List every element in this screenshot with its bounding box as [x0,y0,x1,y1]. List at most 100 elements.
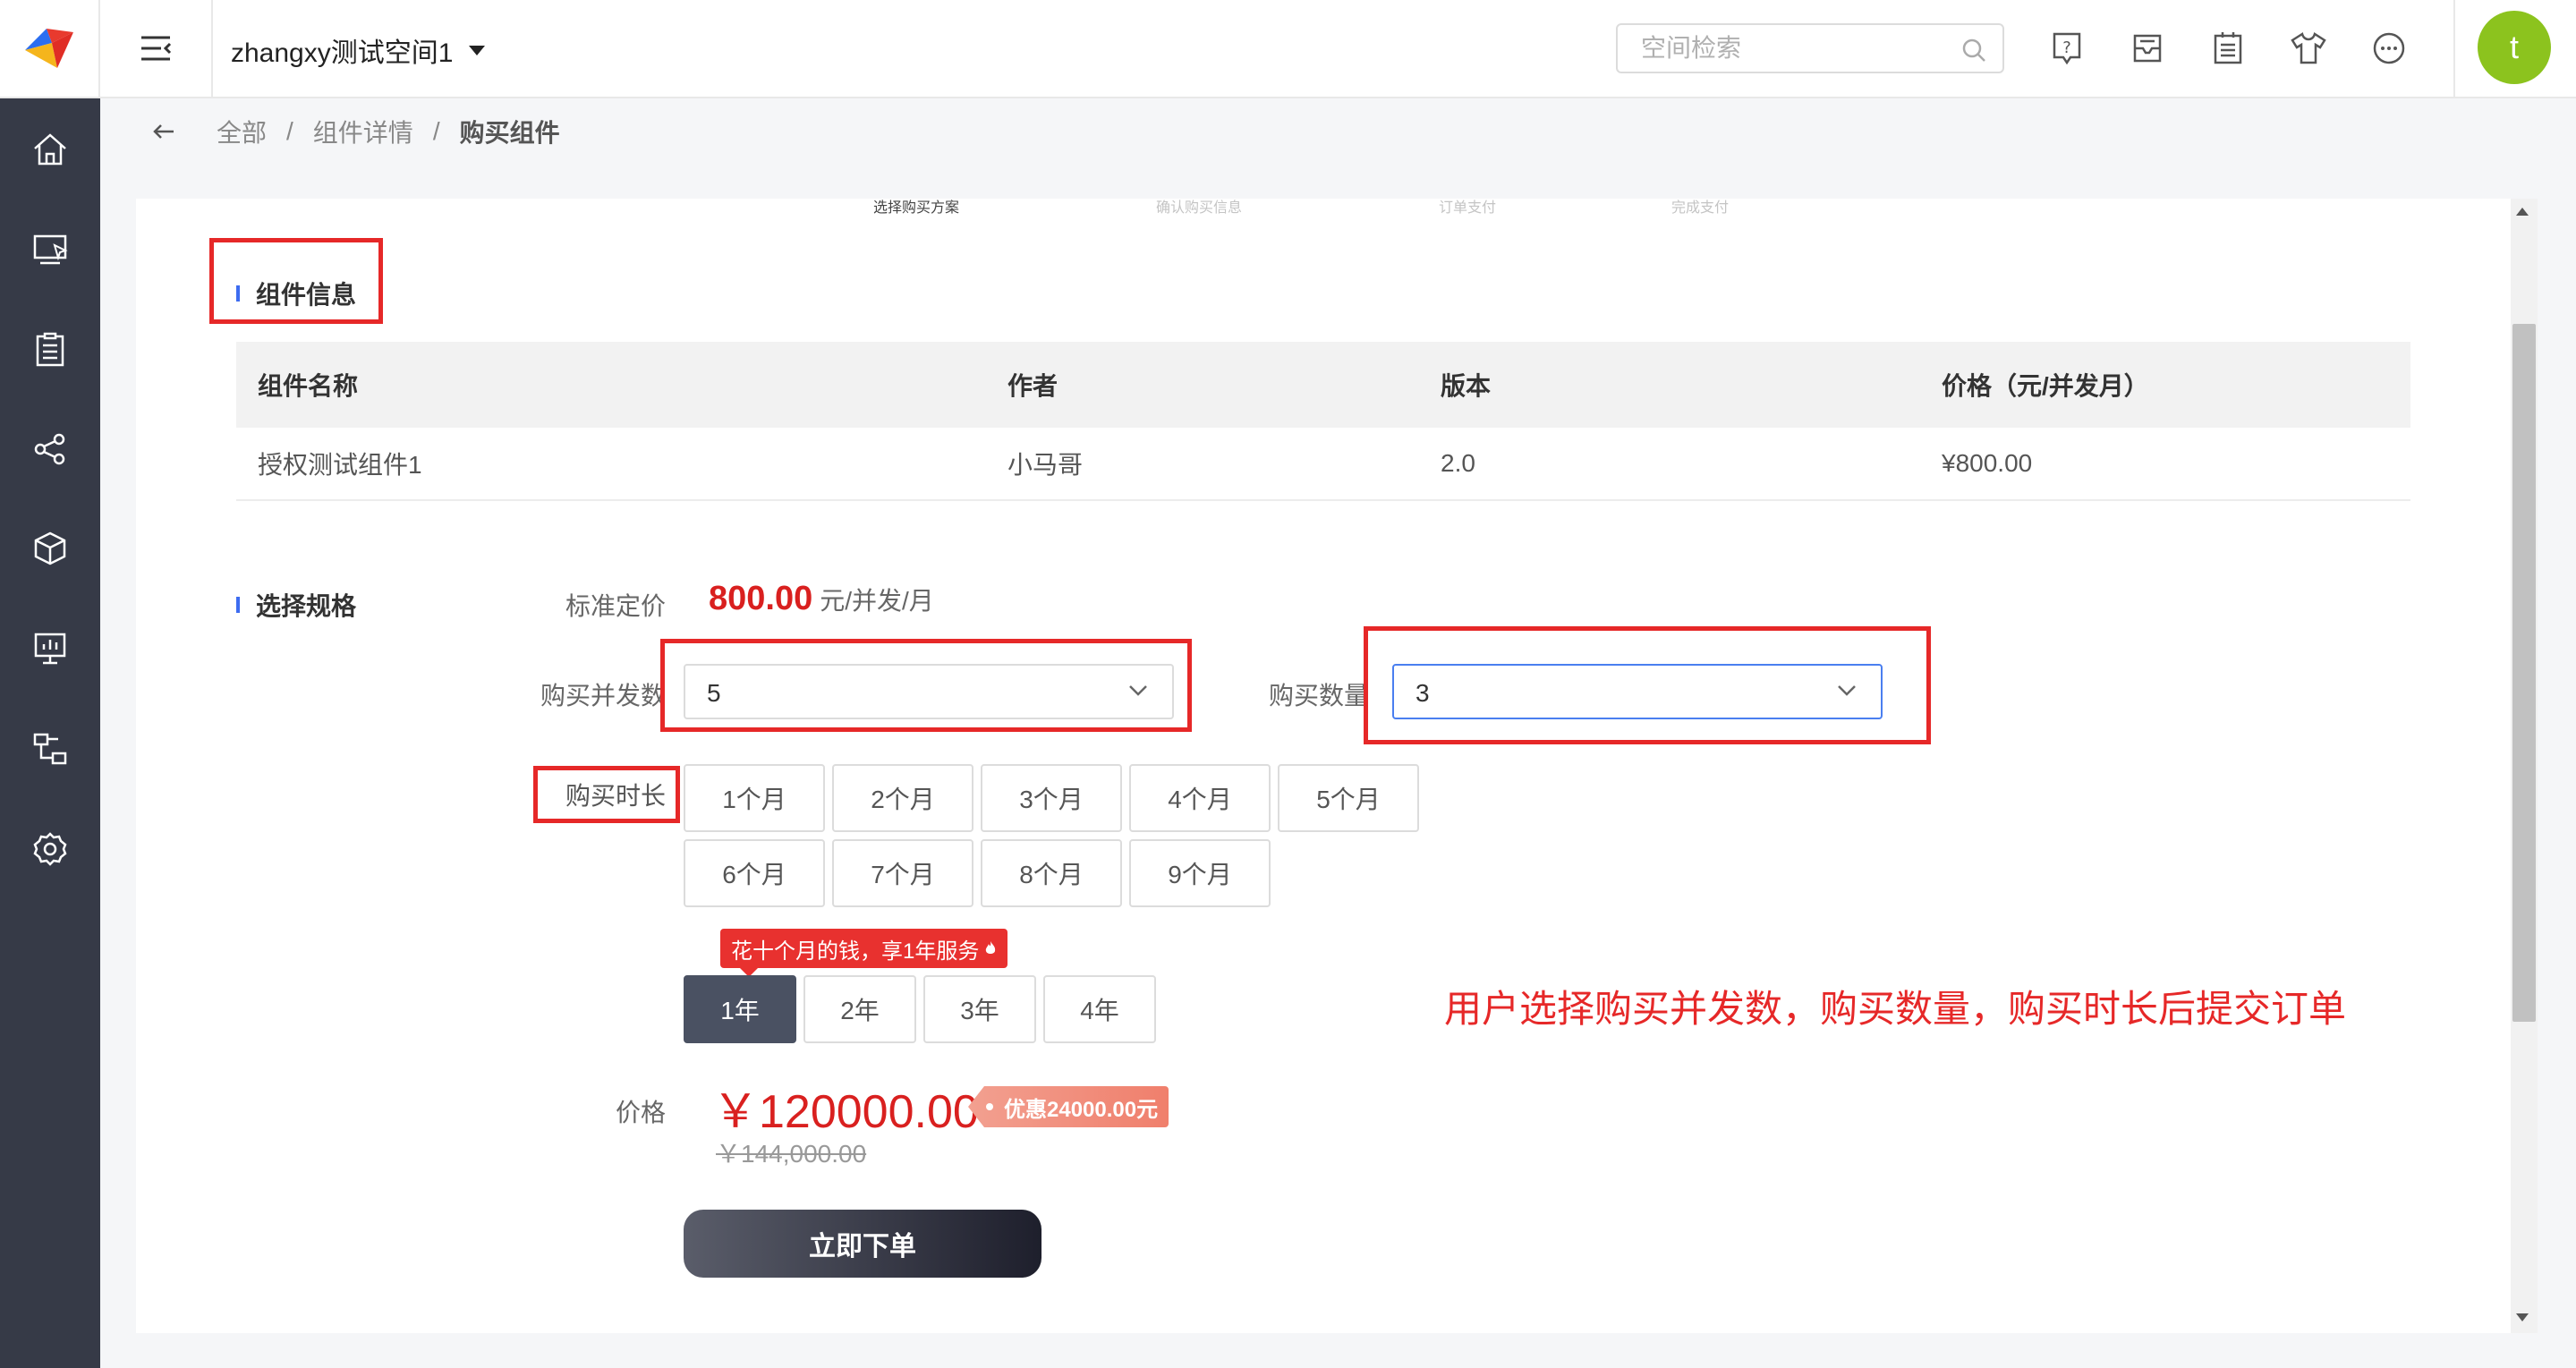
help-icon[interactable]: ? [2047,29,2087,68]
space-selector[interactable]: zhangxy测试空间1 [231,30,486,70]
fire-icon [986,941,996,954]
step-confirm-info: 确认购买信息 [1156,200,1243,216]
quantity-label: 购买数量 [1268,682,1369,709]
section-component-info: 组件信息 [236,276,356,311]
annotation-text: 用户选择购买并发数，购买数量，购买时长后提交订单 [1444,988,2347,1030]
inbox-icon[interactable] [2128,29,2167,68]
logo-icon [25,29,73,68]
month-option[interactable]: 2个月 [832,764,973,832]
home-icon [34,133,66,166]
original-price: ￥144,000.00 [716,1140,867,1168]
space-name: zhangxy测试空间1 [231,38,454,68]
app-logo[interactable] [0,0,100,98]
top-header: zhangxy测试空间1 ? t [0,0,2576,98]
section-title: 组件信息 [256,281,357,309]
quantity-select[interactable]: 3 [1392,664,1883,719]
year-option[interactable]: 1年 [684,975,796,1043]
breadcrumb: 全部 / 组件详情 / 购买组件 [100,100,2576,163]
avatar[interactable]: t [2478,11,2551,84]
user-menu[interactable]: t [2453,0,2576,98]
column-header: 价格（元/并发月） [1942,372,2149,400]
column-header: 版本 [1441,372,1492,400]
table-row: 授权测试组件1 小马哥 2.0 ¥800.00 [236,428,2410,501]
month-option[interactable]: 1个月 [684,764,825,832]
month-option[interactable]: 5个月 [1278,764,1419,832]
scroll-down-icon[interactable] [2516,1313,2529,1321]
monitor-icon [33,234,68,265]
back-arrow-icon[interactable] [152,123,175,140]
concurrency-label: 购买并发数 [540,682,666,709]
chevron-down-icon [1129,685,1147,696]
month-option[interactable]: 4个月 [1129,764,1271,832]
year-option[interactable]: 4年 [1043,975,1156,1043]
scroll-up-icon[interactable] [2516,208,2529,216]
duration-label: 购买时长 [565,782,666,810]
tshirt-icon[interactable] [2289,29,2328,68]
caret-down-icon [469,45,486,55]
space-search[interactable] [1616,23,2004,73]
section-spec: 选择规格 [236,587,356,623]
sidebar-item-home[interactable] [0,104,100,193]
sidebar-item-settings[interactable] [0,803,100,893]
std-price-value: 800.00 [709,580,813,617]
menu-toggle-button[interactable] [100,0,213,98]
month-option[interactable]: 9个月 [1129,839,1271,907]
month-option[interactable]: 3个月 [981,764,1122,832]
chevron-down-icon [1838,685,1856,696]
scrollbar-thumb[interactable] [2512,324,2536,1022]
concurrency-select[interactable]: 5 [684,664,1174,719]
std-price: 800.00 元/并发/月 [709,580,934,618]
package-icon [34,531,66,565]
breadcrumb-separator: / [286,117,293,145]
dashboard-icon [34,633,66,665]
sidebar-item-share[interactable] [0,403,100,492]
year-option[interactable]: 2年 [803,975,916,1043]
clipboard-icon[interactable] [2208,29,2248,68]
sidebar-item-package[interactable] [0,503,100,592]
settings-icon [33,832,67,866]
component-name-cell: 授权测试组件1 [258,451,422,479]
month-option[interactable]: 7个月 [832,839,973,907]
section-marker [236,285,240,302]
share-icon [34,433,65,465]
std-price-unit: 元/并发/月 [820,587,934,615]
order-now-button[interactable]: 立即下单 [684,1210,1041,1278]
price-label: 价格 [615,1099,666,1126]
column-header: 作者 [1007,372,1058,400]
step-order-payment: 订单支付 [1439,200,1497,216]
std-price-label: 标准定价 [565,592,666,620]
promo-text: 花十个月的钱，享1年服务 [731,939,980,964]
breadcrumb-separator: / [432,117,440,145]
year-option[interactable]: 3年 [923,975,1036,1043]
sidebar-item-dashboard[interactable] [0,603,100,692]
svg-text:?: ? [2062,38,2071,57]
table-header: 组件名称 作者 版本 价格（元/并发月） [236,342,2410,428]
step-select-plan: 选择购买方案 [873,200,960,216]
breadcrumb-component-detail[interactable]: 组件详情 [313,114,413,149]
sidebar-item-tasks[interactable] [0,304,100,394]
sidebar [0,98,100,1368]
sidebar-item-flow[interactable] [0,703,100,793]
month-option[interactable]: 8个月 [981,839,1122,907]
search-icon[interactable] [1961,38,1986,63]
section-title: 选择规格 [256,592,357,620]
version-cell: 2.0 [1441,449,1475,477]
flow-icon [33,733,67,765]
sidebar-item-monitor[interactable] [0,204,100,293]
column-header: 组件名称 [258,372,359,400]
component-info-table: 组件名称 作者 版本 价格（元/并发月） 授权测试组件1 小马哥 2.0 ¥80… [236,342,2410,501]
chat-icon[interactable] [2369,29,2409,68]
breadcrumb-current: 购买组件 [459,119,560,147]
breadcrumb-all[interactable]: 全部 [217,114,267,149]
space-search-input[interactable] [1641,32,1945,64]
concurrency-value: 5 [707,679,721,707]
promo-tag: 花十个月的钱，享1年服务 [720,929,1008,977]
month-option[interactable]: 6个月 [684,839,825,907]
discount-tag: 优惠24000.00元 [968,1086,1169,1127]
quantity-value: 3 [1416,679,1430,707]
step-payment-complete: 完成支付 [1671,200,1730,216]
section-marker [236,597,240,613]
price-cell: ¥800.00 [1942,449,2033,477]
menu-fold-icon [141,36,172,61]
tasks-icon [36,332,64,367]
